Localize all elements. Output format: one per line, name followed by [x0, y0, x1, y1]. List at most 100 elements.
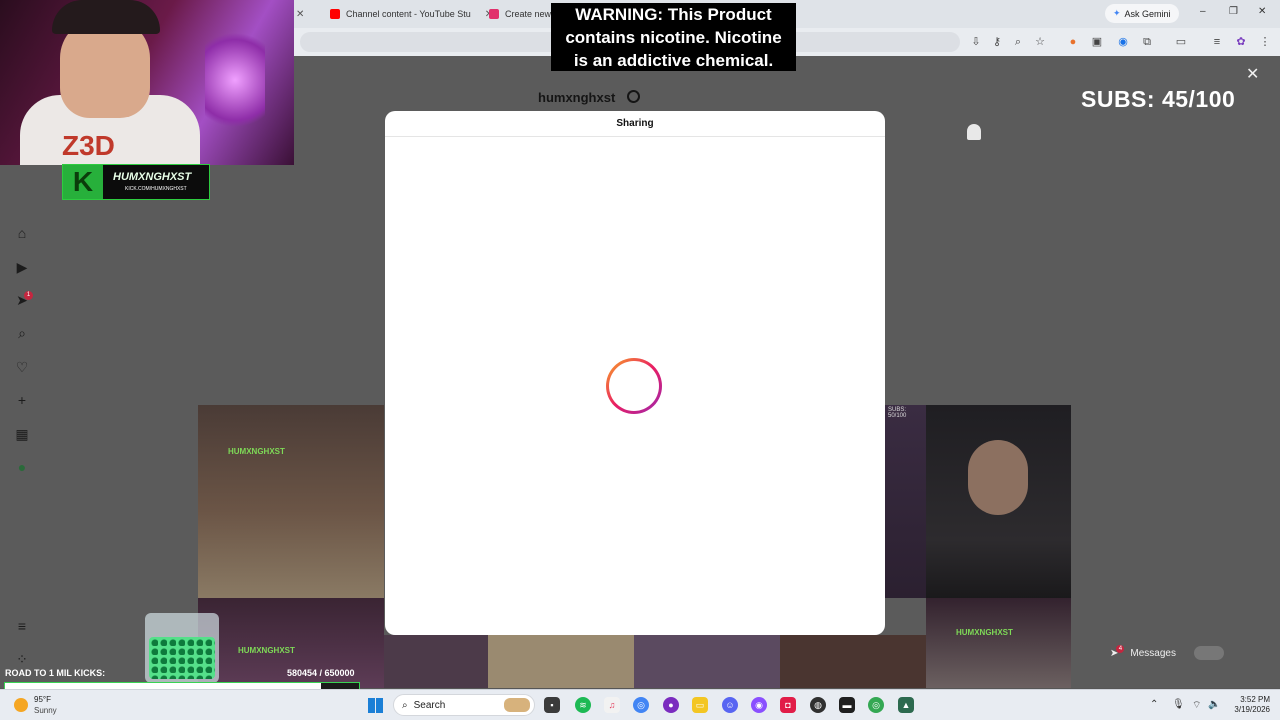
post-thumbnail[interactable]: SUBS: 50/100: [885, 405, 926, 598]
home-icon[interactable]: ⌂: [13, 224, 31, 242]
app-icon[interactable]: ▬: [839, 697, 855, 713]
messages-label: Messages: [1130, 647, 1176, 659]
extensions-puzzle-icon[interactable]: ⧉: [1140, 35, 1154, 49]
extension-icon[interactable]: ▣: [1090, 35, 1104, 49]
also-from-meta-icon[interactable]: ⁘: [13, 650, 31, 668]
tab-instagram-create[interactable]: Create new p: [489, 4, 559, 24]
extension-icon[interactable]: ◉: [1116, 35, 1130, 49]
install-app-icon[interactable]: ⇩: [969, 35, 983, 49]
post-thumbnail-caption: HUMXNGHXST: [238, 646, 295, 655]
profile-icon[interactable]: ✿: [1234, 35, 1248, 49]
windows-taskbar: 95°F Sunny ⌕ Search ▪ ≋ ♫ ◎ ● ▭ ☺ ◉ ◘ ◍ …: [0, 689, 1280, 720]
bookmark-star-icon[interactable]: ☆: [1033, 35, 1047, 49]
post-thumbnail[interactable]: [926, 405, 1071, 598]
microphone-icon[interactable]: 🎙: [1172, 699, 1185, 710]
message-avatars: [1193, 646, 1224, 660]
profile-avatar-icon[interactable]: ●: [13, 458, 31, 476]
tab-previous[interactable]: ✕: [296, 4, 304, 24]
dashboard-icon[interactable]: ▦: [13, 425, 31, 443]
clock-time: 3:52 PM: [1240, 695, 1270, 704]
file-explorer-icon[interactable]: ▭: [692, 697, 708, 713]
notifications-heart-icon[interactable]: ♡: [13, 358, 31, 376]
post-thumbnail[interactable]: [384, 635, 488, 688]
side-panel-icon[interactable]: ▭: [1174, 35, 1188, 49]
spotify-icon[interactable]: ≋: [575, 697, 591, 713]
show-hidden-icons-icon[interactable]: ⌃: [1150, 699, 1158, 710]
kick-jar-image: [145, 613, 219, 683]
system-clock[interactable]: 3:52 PM 3/19/2026: [1226, 695, 1270, 715]
close-icon[interactable]: ✕: [296, 9, 304, 20]
discord-icon[interactable]: ☺: [722, 697, 738, 713]
tab-label: Channel content - YouTube Stu: [346, 9, 471, 19]
webcam-feed: Z3D: [0, 0, 294, 165]
close-modal-icon[interactable]: ✕: [1246, 64, 1259, 84]
road-to-kicks-label: ROAD TO 1 MIL KICKS:: [5, 668, 106, 678]
post-thumbnail[interactable]: HUMXNGHXST: [198, 405, 384, 598]
post-thumbnail[interactable]: [488, 635, 634, 688]
post-thumbnail-caption: HUMXNGHXST: [228, 447, 285, 456]
browser-menu-icon[interactable]: ⋮: [1258, 35, 1272, 49]
ask-gemini-button[interactable]: ✦ Ask Gemini: [1105, 4, 1179, 23]
reels-icon[interactable]: ▶: [13, 258, 31, 276]
profile-username[interactable]: humxnghxst: [538, 90, 615, 105]
app-icon[interactable]: ▲: [898, 697, 914, 713]
gemini-icon: ✦: [1113, 8, 1121, 18]
chrome-icon[interactable]: ◎: [633, 697, 649, 713]
person-hat-image: [52, 0, 160, 34]
weather-sun-icon[interactable]: [14, 698, 28, 712]
clock-date: 3/19/2026: [1234, 705, 1270, 714]
search-icon: ⌕: [402, 699, 408, 711]
post-thumbnail-caption: SUBS: 50/100: [888, 407, 907, 419]
obs-icon[interactable]: ◍: [810, 697, 826, 713]
face-image: [968, 440, 1028, 515]
warning-line: is an addictive chemical.: [573, 51, 774, 70]
post-thumbnail-caption: HUMXNGHXST: [956, 628, 1013, 637]
start-windows-icon[interactable]: [368, 698, 383, 713]
cursor-ghost-icon: [967, 124, 981, 140]
messages-button[interactable]: ➤ 4 Messages: [1110, 640, 1240, 666]
kick-channel-name: HUMXNGHXST: [113, 171, 192, 183]
post-thumbnail[interactable]: [634, 635, 780, 688]
subs-counter: SUBS: 45/100: [1081, 86, 1236, 112]
more-menu-icon[interactable]: ≡: [13, 617, 31, 635]
post-thumbnail[interactable]: [780, 635, 926, 688]
app-icon[interactable]: ◉: [751, 697, 767, 713]
taskbar-search[interactable]: ⌕ Search: [393, 694, 535, 716]
tor-browser-icon[interactable]: ●: [663, 697, 679, 713]
search-highlight-image: [504, 698, 530, 712]
screen: ✕ Channel content - YouTube Stu ✕ Create…: [0, 0, 1280, 720]
weather-temperature[interactable]: 95°F: [34, 695, 51, 704]
kick-channel-url: KICK.COM/HUMXNGHXST: [125, 186, 187, 192]
volume-icon[interactable]: 🔈: [1208, 699, 1220, 710]
wifi-icon[interactable]: ⌔: [1192, 699, 1201, 712]
itunes-icon[interactable]: ♫: [604, 697, 620, 713]
ghost-lamp-image: [205, 20, 265, 140]
youtube-icon: [330, 9, 340, 19]
shirt-print-text: Z3D: [62, 130, 115, 161]
instagram-icon: [489, 9, 499, 19]
extension-icon[interactable]: ●: [1066, 35, 1080, 49]
ask-gemini-label: Ask Gemini: [1124, 8, 1171, 19]
search-icon[interactable]: ⌕: [13, 324, 31, 342]
sharing-dialog: Sharing: [385, 111, 885, 635]
nicotine-warning-banner: WARNING: This Product contains nicotine.…: [551, 3, 796, 71]
password-key-icon[interactable]: ⚷: [990, 35, 1004, 49]
task-view-icon[interactable]: ▪: [544, 697, 560, 713]
warning-line: WARNING: This Product: [575, 5, 772, 24]
app-icon[interactable]: ◘: [780, 697, 796, 713]
tab-youtube-studio[interactable]: Channel content - YouTube Stu ✕: [330, 4, 493, 24]
minimize-icon[interactable]: –: [1200, 6, 1206, 17]
search-placeholder: Search: [413, 699, 446, 711]
window-close-icon[interactable]: ✕: [1258, 6, 1266, 17]
maximize-icon[interactable]: ❐: [1229, 6, 1238, 17]
create-plus-icon[interactable]: +: [13, 391, 31, 409]
kick-channel-badge: K HUMXNGHXST KICK.COM/HUMXNGHXST: [62, 164, 210, 200]
post-thumbnail[interactable]: HUMXNGHXST: [926, 598, 1071, 688]
media-controls-icon[interactable]: ≡: [1210, 35, 1224, 49]
messages-badge: 4: [1116, 645, 1125, 653]
kick-logo-icon: K: [63, 165, 103, 199]
zoom-icon[interactable]: ⌕: [1011, 35, 1025, 49]
settings-gear-icon[interactable]: [627, 90, 640, 103]
weather-condition[interactable]: Sunny: [34, 706, 57, 715]
chrome-icon[interactable]: ◎: [868, 697, 884, 713]
